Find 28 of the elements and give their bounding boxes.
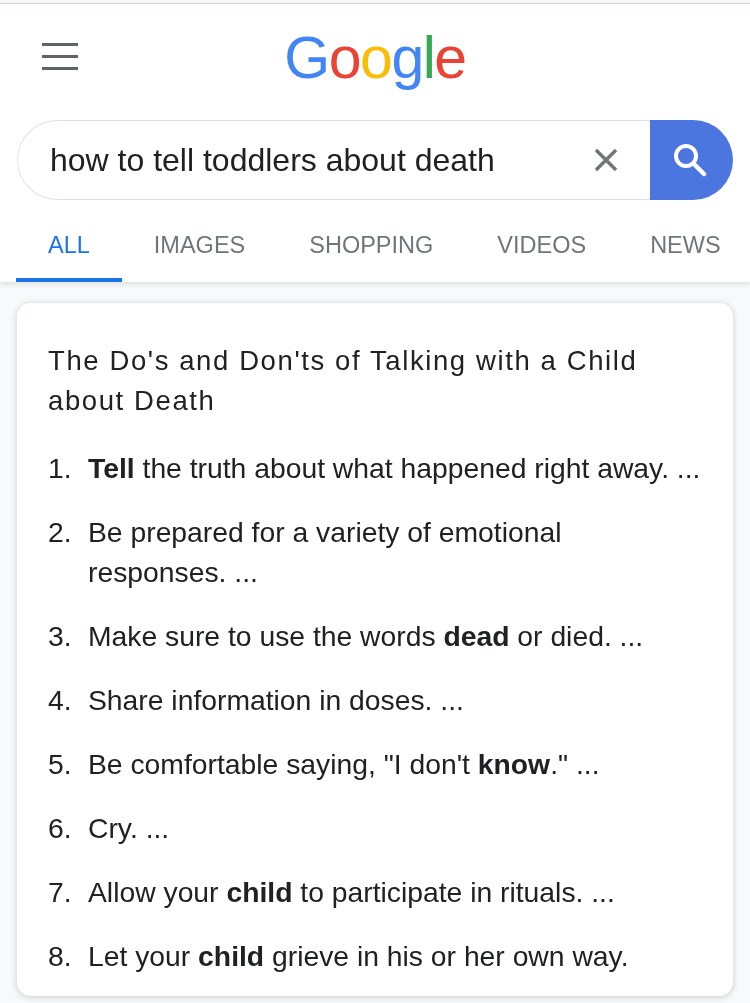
tab[interactable]: SHOPPING <box>277 214 466 282</box>
list-item-text: Be comfortable saying, "I don't know." ... <box>88 747 601 782</box>
logo[interactable]: Google <box>284 28 466 88</box>
list-item-text: Let your child grieve in his or her own way. <box>88 939 630 974</box>
list-number: 8. <box>48 939 73 974</box>
clear-button[interactable] <box>594 148 618 172</box>
snippet-title: The Do's and Don'ts of Talking with a Child about Death <box>48 344 639 418</box>
list-number: 5. <box>48 747 73 782</box>
list-number: 4. <box>48 683 73 718</box>
list-item-text: Be prepared for a variety of emotional responses. ... <box>88 515 563 590</box>
tab[interactable]: NEWS <box>618 214 745 282</box>
tab[interactable]: VIDEOS <box>465 214 619 282</box>
tab[interactable]: IMAGES <box>121 214 278 282</box>
search-icon <box>672 143 707 177</box>
list-number: 1. <box>48 451 73 486</box>
list-item-text: Tell the truth about what happened right away. ... <box>88 451 702 486</box>
list-item-text: Make sure to use the words dead or died. ... <box>88 619 645 654</box>
search-button[interactable] <box>650 120 733 200</box>
list-number: 2. <box>48 515 73 550</box>
list-item-text: Cry. ... <box>88 811 171 846</box>
list-number: 6. <box>48 811 73 846</box>
list-item-text: Share information in doses. ... <box>88 683 465 718</box>
menu-icon[interactable] <box>42 42 78 70</box>
close-icon <box>594 148 618 172</box>
list-number: 3. <box>48 619 73 654</box>
list-item-text: Allow your child to participate in rituals. ... <box>88 875 616 910</box>
tab[interactable]: ALL <box>16 214 122 282</box>
list-number: 7. <box>48 875 73 910</box>
